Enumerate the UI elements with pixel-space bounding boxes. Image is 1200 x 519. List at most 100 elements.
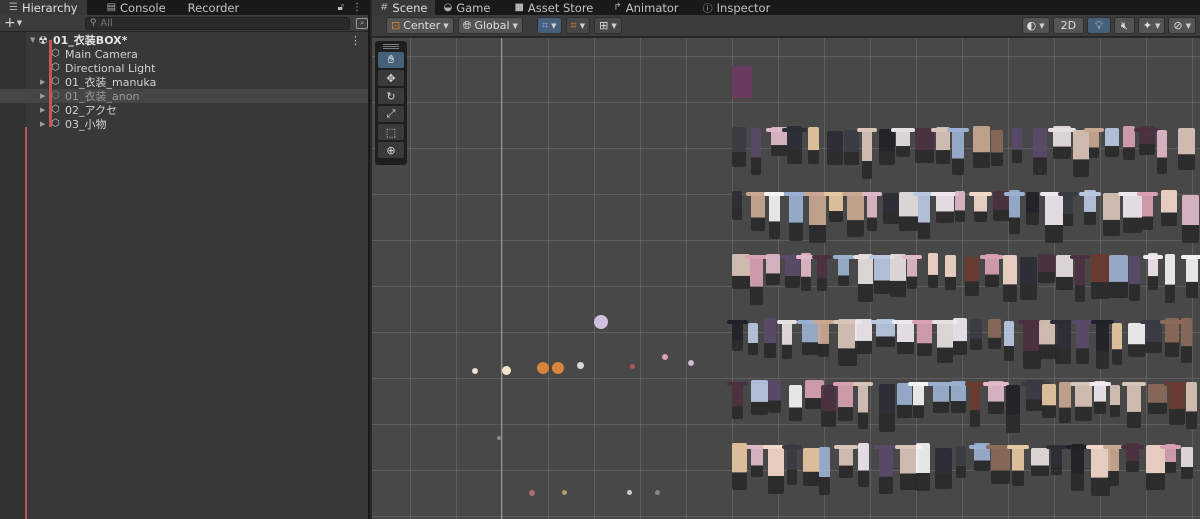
expand-arrow-icon[interactable]: ▶ bbox=[40, 78, 45, 86]
costume-figure[interactable] bbox=[955, 191, 965, 222]
effects-dropdown[interactable]: ✦ ▼ bbox=[1137, 17, 1166, 34]
list-item[interactable]: ▶ ⬡ 01_衣装_manuka bbox=[0, 75, 368, 89]
prop-object[interactable] bbox=[537, 362, 549, 374]
costume-figure[interactable] bbox=[751, 446, 763, 477]
costume-figure[interactable] bbox=[952, 131, 964, 175]
scene-row[interactable]: ▼ ☢ 01_衣装BOX* ⋮ bbox=[0, 33, 368, 48]
costume-figure[interactable] bbox=[1004, 321, 1014, 361]
costume-figure[interactable] bbox=[732, 127, 746, 167]
hand-tool-icon[interactable]: ✋︎ bbox=[378, 52, 404, 68]
costume-figure[interactable] bbox=[751, 380, 768, 415]
costume-figure[interactable] bbox=[803, 448, 820, 486]
costume-figure[interactable] bbox=[855, 319, 872, 354]
costume-figure[interactable] bbox=[1112, 323, 1122, 365]
costume-figure[interactable] bbox=[928, 253, 938, 288]
costume-figure[interactable] bbox=[785, 256, 800, 288]
costume-figure[interactable] bbox=[1006, 385, 1020, 433]
toggle-2d-button[interactable]: 2D bbox=[1052, 17, 1085, 34]
pivot-mode-dropdown[interactable]: ⊡ Center ▼ bbox=[386, 17, 454, 34]
costume-figure[interactable] bbox=[1012, 445, 1024, 486]
costume-figure[interactable] bbox=[899, 192, 918, 231]
move-tool-icon[interactable]: ✥ bbox=[378, 70, 404, 86]
costume-figure[interactable] bbox=[1186, 382, 1197, 429]
expand-arrow-icon[interactable]: ▶ bbox=[40, 92, 45, 100]
costume-figure[interactable] bbox=[1109, 255, 1128, 298]
scene-viewport[interactable]: ✋︎ ✥ ↻ ⤢ ⬚ ⊕ bbox=[372, 38, 1200, 519]
costume-figure[interactable] bbox=[1181, 447, 1193, 479]
costume-figure[interactable] bbox=[732, 443, 747, 490]
costume-figure[interactable] bbox=[858, 254, 873, 302]
costume-figure[interactable] bbox=[933, 383, 949, 413]
costume-figure[interactable] bbox=[1169, 382, 1185, 425]
prop-object[interactable] bbox=[688, 360, 694, 366]
search-input[interactable]: ⚲ All bbox=[84, 16, 351, 30]
floating-figure[interactable] bbox=[732, 66, 752, 98]
costume-figure[interactable] bbox=[1003, 255, 1017, 302]
costume-figure[interactable] bbox=[1146, 445, 1165, 490]
costume-figure[interactable] bbox=[935, 448, 952, 489]
costume-figure[interactable] bbox=[838, 258, 849, 286]
prop-object[interactable] bbox=[472, 368, 478, 374]
expand-arrow-icon[interactable]: ▼ bbox=[30, 36, 35, 44]
costume-figure[interactable] bbox=[768, 380, 781, 413]
prop-object[interactable] bbox=[594, 315, 608, 329]
costume-figure[interactable] bbox=[1091, 254, 1110, 299]
tab-inspector[interactable]: ⓘ Inspector bbox=[695, 0, 779, 16]
create-button[interactable]: + ▼ bbox=[0, 15, 27, 31]
costume-figure[interactable] bbox=[787, 444, 797, 485]
costume-figure[interactable] bbox=[858, 443, 869, 487]
costume-figure[interactable] bbox=[1059, 382, 1071, 423]
tab-scene[interactable]: # Scene bbox=[372, 0, 436, 15]
costume-figure[interactable] bbox=[862, 131, 872, 179]
search-options-icon[interactable]: ⌕ bbox=[356, 17, 368, 29]
costume-figure[interactable] bbox=[858, 385, 868, 429]
costume-figure[interactable] bbox=[1071, 444, 1084, 491]
costume-figure[interactable] bbox=[1186, 255, 1198, 298]
costume-figure[interactable] bbox=[838, 384, 853, 421]
costume-figure[interactable] bbox=[1105, 128, 1119, 157]
costume-figure[interactable] bbox=[1033, 128, 1047, 175]
costume-figure[interactable] bbox=[970, 319, 982, 350]
costume-figure[interactable] bbox=[1182, 195, 1199, 243]
costume-figure[interactable] bbox=[829, 193, 843, 222]
costume-figure[interactable] bbox=[732, 191, 742, 220]
prop-object[interactable] bbox=[630, 364, 635, 369]
costume-figure[interactable] bbox=[1181, 318, 1192, 363]
costume-figure[interactable] bbox=[817, 257, 827, 291]
increment-snap-dropdown[interactable]: ⌗ ▼ bbox=[565, 17, 591, 34]
palette-grip-icon[interactable] bbox=[378, 43, 404, 50]
tab-console[interactable]: ▤ Console bbox=[98, 0, 175, 15]
rect-tool-icon[interactable]: ⬚ bbox=[378, 124, 404, 140]
costume-figure[interactable] bbox=[766, 254, 780, 285]
costume-figure[interactable] bbox=[1075, 257, 1085, 302]
lock-icon[interactable]: 🔓︎ bbox=[338, 2, 344, 13]
costume-figure[interactable] bbox=[748, 323, 758, 355]
costume-figure[interactable] bbox=[1075, 383, 1092, 421]
costume-figure[interactable] bbox=[937, 322, 953, 363]
costume-figure[interactable] bbox=[915, 128, 934, 163]
costume-figure[interactable] bbox=[827, 131, 843, 165]
costume-figure[interactable] bbox=[917, 322, 932, 356]
costume-figure[interactable] bbox=[991, 448, 1010, 484]
costume-figure[interactable] bbox=[1103, 193, 1120, 236]
costume-figure[interactable] bbox=[1128, 323, 1145, 357]
shading-mode-dropdown[interactable]: ◐ ▼ bbox=[1021, 17, 1050, 34]
costume-figure[interactable] bbox=[1076, 322, 1089, 364]
costume-figure[interactable] bbox=[789, 192, 803, 241]
scene-kebab-icon[interactable]: ⋮ bbox=[350, 34, 361, 47]
costume-figure[interactable] bbox=[819, 447, 830, 495]
costume-figure[interactable] bbox=[818, 322, 829, 357]
costume-figure[interactable] bbox=[874, 258, 890, 294]
costume-figure[interactable] bbox=[1127, 385, 1141, 428]
rotate-tool-icon[interactable]: ↻ bbox=[378, 88, 404, 104]
costume-figure[interactable] bbox=[1165, 254, 1175, 303]
expand-arrow-icon[interactable]: ▶ bbox=[40, 120, 45, 128]
costume-figure[interactable] bbox=[890, 254, 906, 297]
costume-figure[interactable] bbox=[1096, 322, 1109, 369]
tab-animator[interactable]: ↱ Animator bbox=[605, 0, 686, 15]
costume-figure[interactable] bbox=[764, 318, 776, 358]
costume-figure[interactable] bbox=[913, 384, 924, 418]
costume-figure[interactable] bbox=[1157, 130, 1167, 174]
costume-figure[interactable] bbox=[879, 448, 893, 494]
costume-figure[interactable] bbox=[782, 321, 792, 359]
